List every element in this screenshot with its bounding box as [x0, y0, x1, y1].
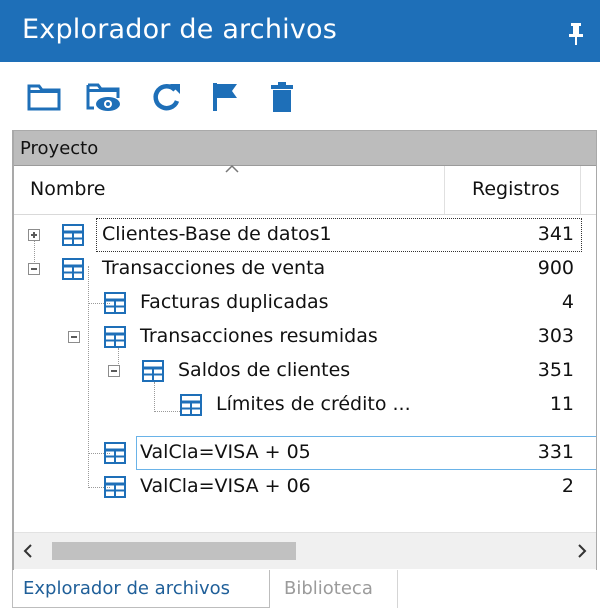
table-icon — [104, 292, 126, 314]
row-label: Transacciones resumidas — [140, 325, 378, 347]
table-icon — [142, 360, 164, 382]
column-header-nombre[interactable]: Nombre — [30, 178, 106, 200]
row-label: Facturas duplicadas — [140, 291, 329, 313]
column-divider[interactable] — [444, 166, 445, 214]
tree-row[interactable]: Saldos de clientes 351 — [14, 355, 596, 389]
row-count: 900 — [537, 257, 574, 279]
view-button[interactable] — [86, 80, 122, 114]
row-label: Límites de crédito ... — [216, 393, 411, 415]
expand-toggle[interactable] — [28, 229, 40, 241]
row-label: Saldos de clientes — [178, 359, 351, 381]
tree-row[interactable]: Clientes-Base de datos1 341 — [14, 218, 596, 253]
tree-rows: Clientes-Base de datos1 341 Transaccione… — [14, 214, 596, 544]
project-tree-panel: Proyecto Nombre Registros Clientes-Base … — [12, 130, 597, 572]
collapse-toggle[interactable] — [108, 365, 120, 377]
tree-row[interactable]: ValCla=VISA + 06 2 — [14, 471, 596, 505]
row-label: ValCla=VISA + 06 — [140, 475, 311, 497]
folder-icon — [27, 84, 61, 111]
row-count: 331 — [537, 441, 574, 463]
flag-button[interactable] — [207, 80, 243, 114]
section-header: Proyecto — [14, 131, 596, 166]
sort-ascending-icon — [225, 164, 239, 173]
row-count: 4 — [561, 291, 574, 313]
row-count: 303 — [537, 325, 574, 347]
table-icon — [62, 258, 84, 280]
row-count: 341 — [537, 223, 574, 245]
tab-explorador-de-archivos[interactable]: Explorador de archivos — [12, 570, 270, 608]
collapse-toggle[interactable] — [28, 263, 40, 275]
trash-icon — [271, 82, 293, 112]
table-icon — [180, 394, 202, 416]
section-label: Proyecto — [20, 138, 99, 159]
scroll-left-arrow-icon[interactable] — [20, 542, 36, 560]
table-icon — [62, 224, 84, 246]
row-count: 11 — [549, 393, 574, 415]
collapse-toggle[interactable] — [68, 331, 80, 343]
scrollbar-thumb[interactable] — [52, 542, 296, 560]
table-icon — [104, 326, 126, 348]
eye-folder-icon — [86, 83, 120, 111]
flag-icon — [213, 83, 237, 111]
row-count: 2 — [561, 475, 574, 497]
column-header-registros[interactable]: Registros — [472, 178, 560, 200]
delete-button[interactable] — [264, 80, 300, 114]
scroll-right-arrow-icon[interactable] — [574, 542, 590, 560]
row-label: Clientes-Base de datos1 — [102, 223, 332, 245]
row-label: Transacciones de venta — [102, 257, 326, 279]
row-count: 351 — [537, 359, 574, 381]
column-header: Nombre Registros — [14, 164, 596, 215]
table-icon — [104, 476, 126, 498]
refresh-icon — [153, 84, 180, 111]
tree-row-selected[interactable]: ValCla=VISA + 05 331 — [14, 436, 596, 471]
tab-biblioteca[interactable]: Biblioteca — [274, 570, 398, 608]
tree-row[interactable]: Límites de crédito ... 11 — [14, 389, 596, 423]
toolbar — [0, 62, 600, 130]
tree-row[interactable]: Facturas duplicadas 4 — [14, 287, 596, 321]
tree-row[interactable]: Transacciones resumidas 303 — [14, 321, 596, 355]
pin-icon[interactable] — [566, 22, 586, 46]
column-divider[interactable] — [580, 166, 581, 214]
row-label: ValCla=VISA + 05 — [140, 441, 311, 463]
table-icon — [104, 442, 126, 464]
panel-title-bar: Explorador de archivos — [0, 0, 600, 62]
folder-button[interactable] — [26, 80, 62, 114]
bottom-tabs: Explorador de archivos Biblioteca — [0, 570, 600, 611]
tree-row[interactable]: Transacciones de venta 900 — [14, 253, 596, 287]
horizontal-scrollbar[interactable] — [14, 532, 596, 569]
refresh-button[interactable] — [148, 80, 184, 114]
panel-title: Explorador de archivos — [22, 14, 337, 45]
